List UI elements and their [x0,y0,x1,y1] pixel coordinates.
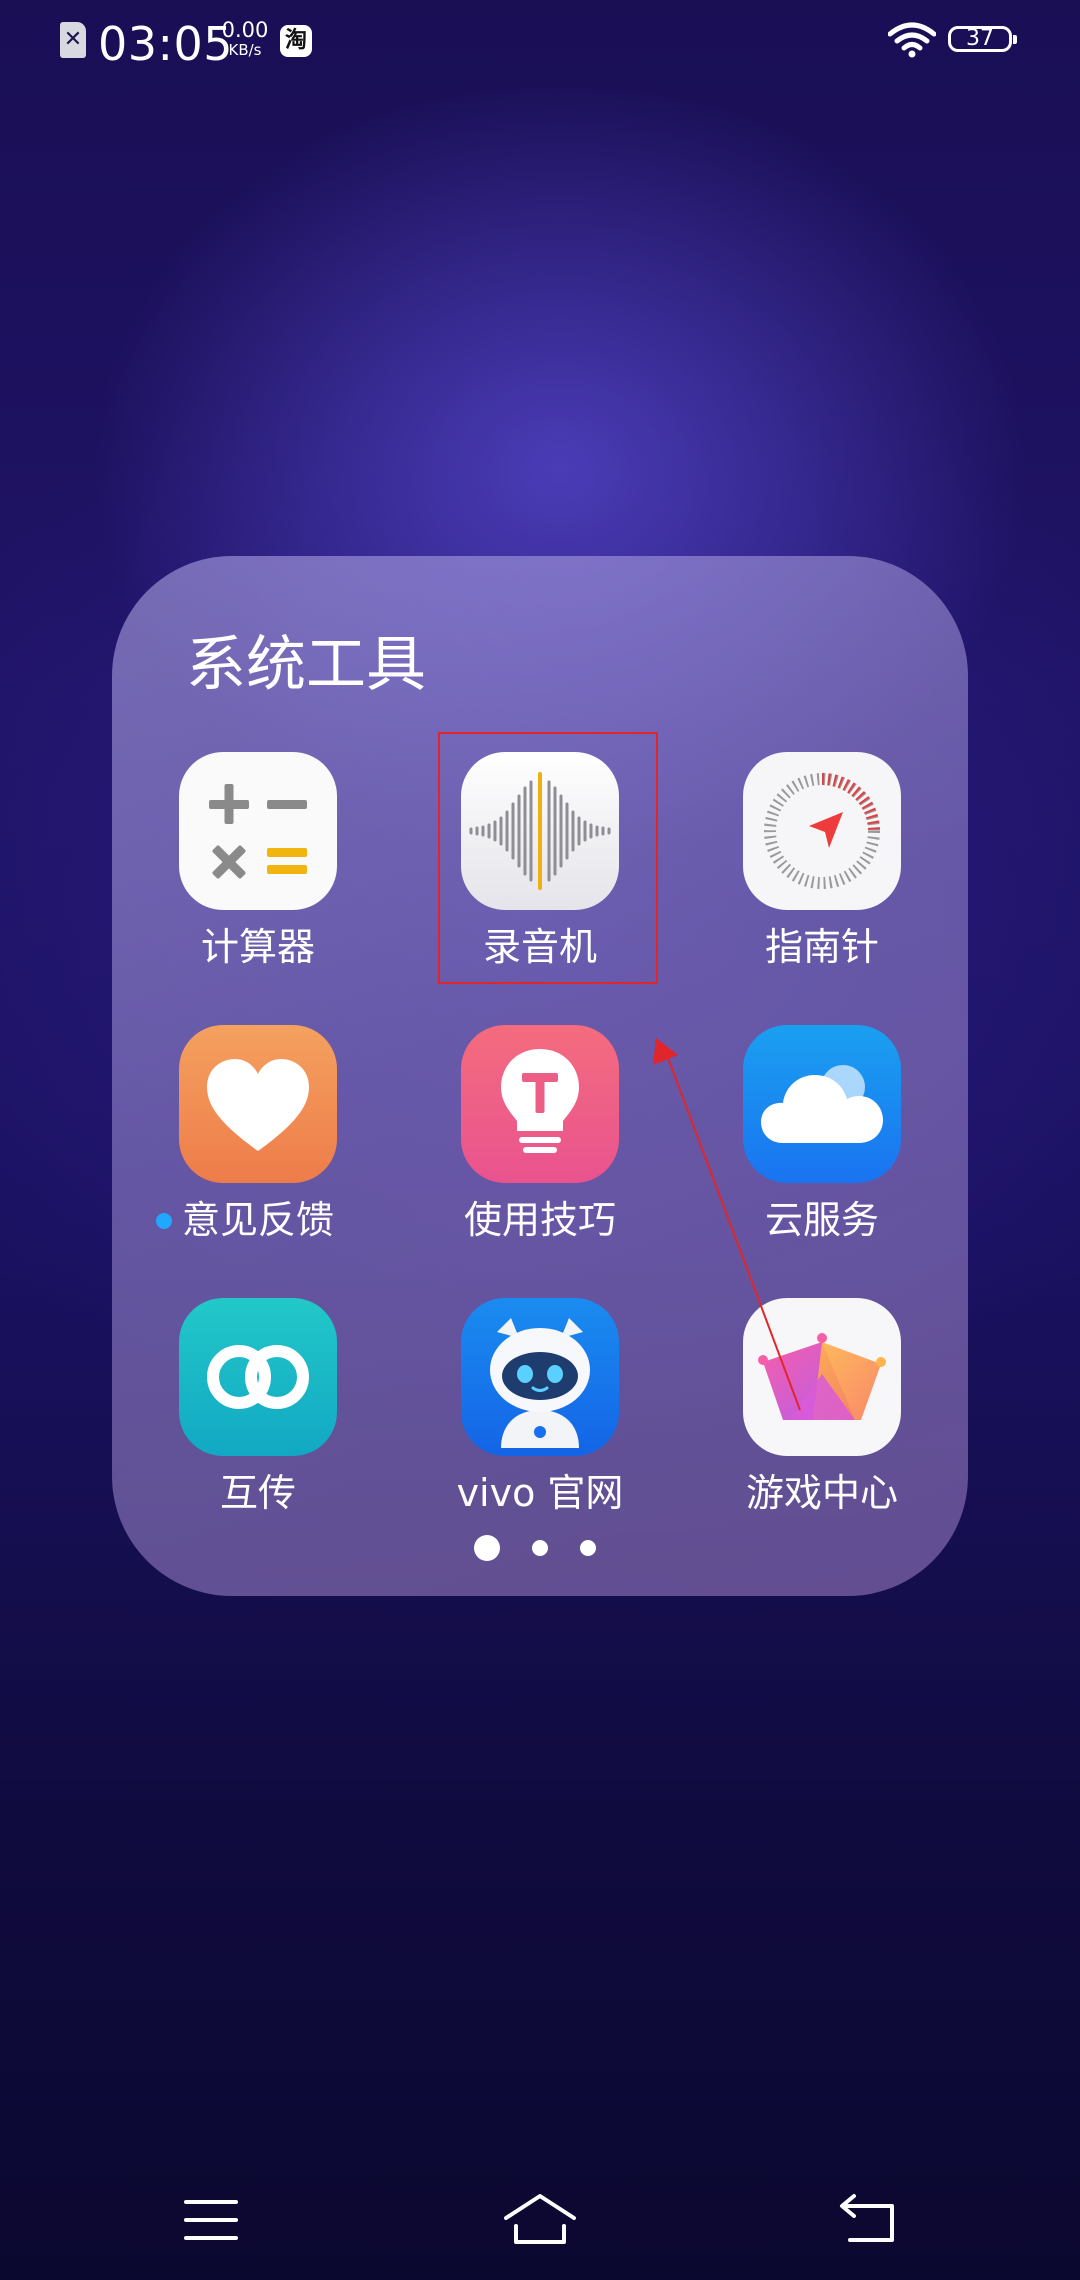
home-icon[interactable] [500,2188,580,2252]
no-sim-icon: ✕ [60,22,86,58]
page-dot[interactable] [532,1540,548,1556]
taobao-notification-icon: 淘 [280,25,312,57]
status-time: 03:05 [98,17,234,71]
app-label: 云服务 [764,1198,879,1242]
app-label: 互传 [219,1471,296,1515]
network-speed-unit: KB/s [228,41,262,59]
highlight-box-annotation [438,732,658,984]
network-speed: 0.00 KB/s [218,20,272,60]
game-center-crown-icon[interactable] [743,1298,901,1456]
easyshare-rings-icon[interactable] [179,1298,337,1456]
calculator-icon[interactable] [179,752,337,910]
app-label: 使用技巧 [463,1198,616,1242]
folder-page-indicator[interactable] [474,1532,608,1562]
feedback-heart-icon[interactable] [179,1025,337,1183]
vivo-robot-icon[interactable] [461,1298,619,1456]
app-label: 意见反馈 [181,1198,334,1242]
tips-bulb-icon[interactable] [461,1025,619,1183]
status-bar: ✕ 03:05 0.00 KB/s 淘 37 [0,0,1080,90]
app-label: 指南针 [764,925,879,969]
back-icon[interactable] [830,2188,910,2252]
page-dot-active[interactable] [474,1535,500,1561]
app-label: 计算器 [200,925,315,969]
compass-icon[interactable] [743,752,901,910]
navigation-bar [0,2170,1080,2280]
menu-icon[interactable] [172,2188,252,2252]
app-label: vivo 官网 [456,1471,624,1515]
page-dot[interactable] [580,1540,596,1556]
battery-icon: 37 [948,26,1017,52]
network-speed-value: 0.00 [221,18,269,42]
battery-level: 37 [966,26,994,51]
cloud-service-icon[interactable] [743,1025,901,1183]
wifi-icon [888,22,936,58]
folder-title[interactable]: 系统工具 [186,625,426,705]
app-label: 游戏中心 [745,1471,898,1515]
